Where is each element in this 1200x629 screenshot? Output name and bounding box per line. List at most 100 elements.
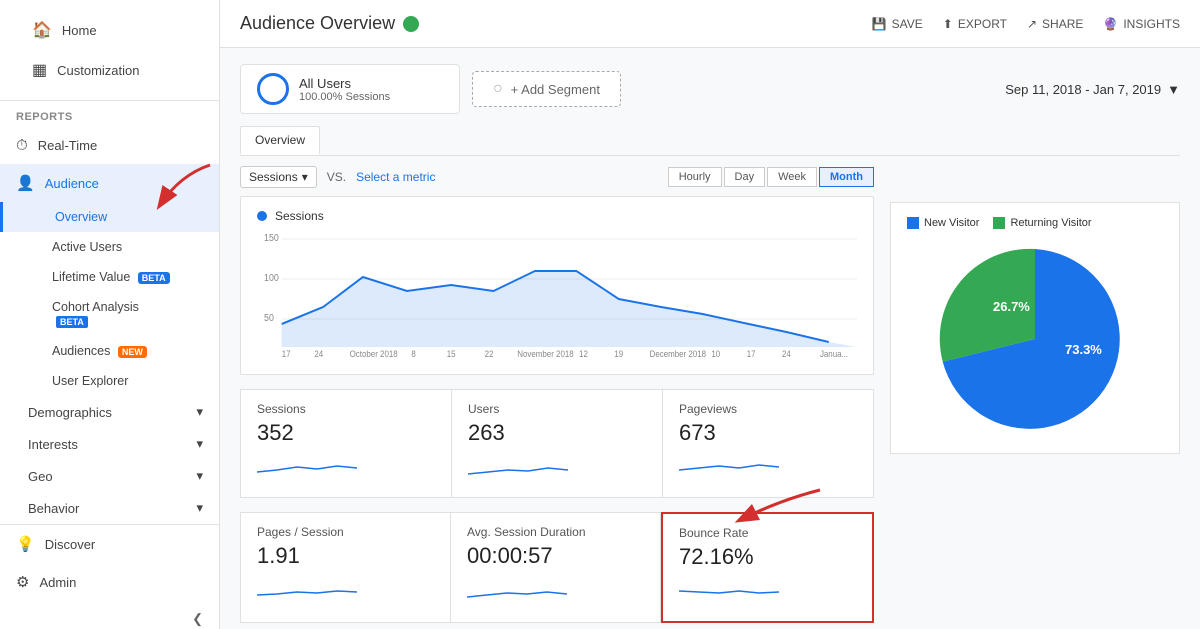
pps-sparkline: [257, 575, 357, 605]
lifetime-value-label: Lifetime Value: [52, 270, 130, 284]
returning-visitor-label: Returning Visitor: [1010, 217, 1091, 229]
hourly-button[interactable]: Hourly: [668, 167, 722, 187]
behavior-label: Behavior: [28, 501, 79, 516]
status-dot: [403, 16, 419, 32]
svg-text:17: 17: [747, 349, 756, 359]
all-users-segment[interactable]: All Users 100.00% Sessions: [240, 64, 460, 114]
vs-text: VS.: [327, 170, 346, 184]
pageviews-sparkline: [679, 452, 779, 482]
gear-icon: ⚙: [16, 573, 29, 591]
sidebar-item-admin[interactable]: ⚙ Admin: [0, 563, 219, 601]
insights-button[interactable]: 🔮 INSIGHTS: [1103, 17, 1180, 31]
avg-session-duration-stat: Avg. Session Duration 00:00:57: [451, 512, 661, 623]
sessions-stat: Sessions 352: [240, 389, 452, 498]
left-col: Sessions ▾ VS. Select a metric Hourly Da…: [240, 166, 874, 629]
stats-row-1: Sessions 352 Users 263 Pag: [240, 389, 874, 498]
svg-text:24: 24: [314, 349, 323, 359]
select-metric-link[interactable]: Select a metric: [356, 170, 435, 184]
sidebar-item-home[interactable]: 🏠 Home: [16, 10, 203, 50]
collapse-sidebar-button[interactable]: ❮: [0, 601, 219, 629]
realtime-label: Real-Time: [38, 138, 97, 153]
returning-visitor-color: [993, 217, 1005, 229]
svg-text:17: 17: [282, 349, 291, 359]
cohort-label: Cohort Analysis: [52, 300, 139, 314]
sidebar-sub-cohort[interactable]: Cohort Analysis BETA: [0, 292, 219, 336]
tab-overview[interactable]: Overview: [240, 126, 320, 155]
all-users-sessions: 100.00% Sessions: [299, 91, 390, 103]
sidebar-item-realtime[interactable]: ⏱ Real-Time: [0, 127, 219, 164]
month-button[interactable]: Month: [819, 167, 874, 187]
grid-icon: ▦: [32, 60, 47, 80]
sidebar-item-interests[interactable]: Interests ▾: [0, 428, 219, 460]
sidebar-sub-overview[interactable]: Overview: [0, 202, 219, 232]
share-label: SHARE: [1042, 17, 1083, 31]
share-icon: ↗: [1027, 17, 1037, 31]
returning-visitor-legend: Returning Visitor: [993, 217, 1091, 229]
users-value: 263: [468, 420, 646, 446]
sessions-sparkline: [257, 452, 357, 482]
pie-legend: New Visitor Returning Visitor: [907, 217, 1163, 229]
sidebar-bottom: 💡 Discover ⚙ Admin ❮: [0, 524, 219, 629]
segment-info: All Users 100.00% Sessions: [299, 76, 390, 103]
metric-select-value: Sessions: [249, 170, 298, 184]
metric-chevron-icon: ▾: [302, 170, 308, 184]
pageviews-value: 673: [679, 420, 857, 446]
new-visitor-label: New Visitor: [924, 217, 979, 229]
pages-per-session-label: Pages / Session: [257, 525, 434, 539]
sidebar-sub-user-explorer[interactable]: User Explorer: [0, 366, 219, 396]
export-button[interactable]: ⬆ EXPORT: [943, 17, 1007, 31]
svg-text:150: 150: [264, 231, 279, 243]
avg-session-value: 00:00:57: [467, 543, 644, 569]
svg-text:October 2018: October 2018: [350, 349, 398, 359]
svg-text:November 2018: November 2018: [517, 349, 574, 359]
interests-label: Interests: [28, 437, 78, 452]
user-explorer-label: User Explorer: [52, 374, 128, 388]
day-button[interactable]: Day: [724, 167, 766, 187]
add-segment-button[interactable]: ○ + Add Segment: [472, 71, 621, 107]
share-button[interactable]: ↗ SHARE: [1027, 17, 1083, 31]
sessions-value: 352: [257, 420, 435, 446]
main-grid: Sessions ▾ VS. Select a metric Hourly Da…: [240, 166, 1180, 629]
svg-text:100: 100: [264, 271, 279, 283]
sidebar-sub-active-users[interactable]: Active Users: [0, 232, 219, 262]
reports-section-label: REPORTS: [0, 101, 219, 127]
date-range-value: Sep 11, 2018 - Jan 7, 2019: [1005, 82, 1161, 97]
pageviews-label: Pageviews: [679, 402, 857, 416]
blue-percent-label: 73.3%: [1065, 342, 1102, 357]
right-col: New Visitor Returning Visitor: [890, 166, 1180, 629]
chart-container: Sessions 150 100 50: [240, 196, 874, 375]
sidebar-home-label: Home: [62, 23, 97, 38]
avg-session-label: Avg. Session Duration: [467, 525, 644, 539]
tab-overview-label: Overview: [255, 133, 305, 147]
sidebar-item-audience[interactable]: 👤 Audience: [0, 164, 219, 202]
time-buttons: Hourly Day Week Month: [668, 167, 874, 187]
pages-per-session-stat: Pages / Session 1.91: [240, 512, 451, 623]
overview-label: Overview: [55, 210, 107, 224]
chevron-down-icon-interests: ▾: [196, 436, 203, 452]
sessions-chart: 150 100 50 17 24 Octobe: [257, 229, 857, 359]
pages-per-session-value: 1.91: [257, 543, 434, 569]
bounce-sparkline: [679, 576, 779, 606]
week-button[interactable]: Week: [767, 167, 817, 187]
sidebar-item-customization[interactable]: ▦ Customization: [16, 50, 203, 90]
save-button[interactable]: 💾 SAVE: [872, 17, 923, 31]
metric-select[interactable]: Sessions ▾: [240, 166, 317, 188]
discover-label: Discover: [45, 537, 96, 552]
active-users-label: Active Users: [52, 240, 122, 254]
chevron-down-icon: ▾: [196, 404, 203, 420]
geo-label: Geo: [28, 469, 53, 484]
sidebar-sub-audiences[interactable]: Audiences NEW: [0, 336, 219, 366]
date-range-picker[interactable]: Sep 11, 2018 - Jan 7, 2019 ▼: [1005, 82, 1180, 97]
sidebar-item-behavior[interactable]: Behavior ▾: [0, 492, 219, 524]
svg-text:12: 12: [579, 349, 588, 359]
svg-text:10: 10: [711, 349, 720, 359]
save-icon: 💾: [872, 17, 887, 31]
add-icon: ○: [493, 80, 503, 98]
all-users-label: All Users: [299, 76, 390, 91]
sidebar-item-geo[interactable]: Geo ▾: [0, 460, 219, 492]
sidebar: 🏠 Home ▦ Customization REPORTS ⏱ Real-Ti…: [0, 0, 220, 629]
sidebar-item-discover[interactable]: 💡 Discover: [0, 525, 219, 563]
svg-text:8: 8: [411, 349, 416, 359]
sidebar-sub-lifetime-value[interactable]: Lifetime Value BETA: [0, 262, 219, 292]
sidebar-item-demographics[interactable]: Demographics ▾: [0, 396, 219, 428]
